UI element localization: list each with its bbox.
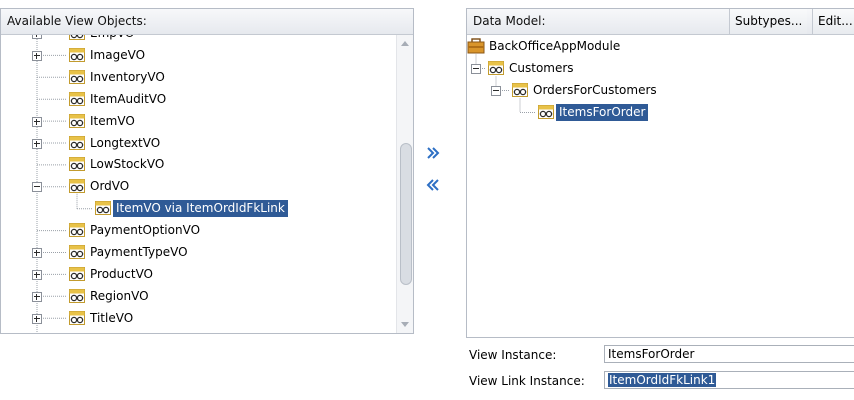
tree-row-ordvo[interactable]: OrdVO (1, 177, 396, 196)
view-object-icon (538, 105, 554, 119)
tree-item-label: ItemVO (90, 113, 135, 128)
tree-item-label: ProductVO (90, 266, 154, 281)
application-module-icon (467, 38, 485, 54)
available-view-objects-title: Available View Objects: (7, 14, 147, 28)
tree-row-itemvo[interactable]: ItemVO (1, 112, 396, 131)
tree-item-label: PaymentOptionVO (90, 223, 201, 238)
tree-item-label: ItemVO via ItemOrdIdFkLink (113, 200, 288, 218)
available-view-objects-tree[interactable]: EmpVO ImageVO InventoryVO ItemAuditVO ItemVO… (1, 35, 396, 333)
tree-row-itemauditvo[interactable]: ItemAuditVO (1, 90, 396, 109)
double-chevron-left-icon[interactable] (426, 178, 440, 192)
expand-icon[interactable] (32, 138, 42, 149)
available-view-objects-header: Available View Objects: (1, 9, 413, 35)
tree-item-label: PaymentTypeVO (90, 245, 188, 259)
expand-icon[interactable] (32, 269, 42, 280)
tree-item-label: TitleVO (90, 310, 134, 325)
expand-icon[interactable] (32, 248, 42, 258)
expand-icon[interactable] (32, 116, 42, 127)
tree-connector-lines (475, 54, 536, 113)
collapse-icon[interactable] (491, 86, 501, 96)
data-model-tree[interactable]: BackOfficeAppModule Customers OrdersForCus… (467, 35, 854, 337)
tree-row-longtextvo[interactable]: LongtextVO (1, 134, 396, 153)
tree-row-inventoryvo[interactable]: InventoryVO (1, 68, 396, 87)
view-object-icon (512, 83, 528, 97)
tree-row-productvo[interactable]: ProductVO (1, 265, 396, 284)
model-tree-item-label: BackOfficeAppModule (489, 39, 621, 53)
data-model-panel: Data Model: Subtypes... Edit... BackOffi… (466, 8, 854, 338)
subtypes-button[interactable]: Subtypes... (729, 9, 808, 34)
expand-icon[interactable] (32, 50, 42, 61)
view-object-icon (69, 245, 85, 259)
model-tree-row-itemsfororder[interactable]: ItemsForOrder (467, 103, 854, 122)
view-instance-label: View Instance: (469, 348, 557, 362)
model-tree-item-label: ItemsForOrder (556, 104, 649, 121)
collapse-icon[interactable] (471, 64, 481, 74)
data-model-title: Data Model: (473, 14, 546, 28)
model-tree-row-ordersforcustomers[interactable]: OrdersForCustomers (467, 81, 854, 100)
tree-item-label: RegionVO (90, 288, 149, 303)
tree-row-paymenttypevo[interactable]: PaymentTypeVO (1, 243, 396, 262)
tree-row-paymentoptionvo[interactable]: PaymentOptionVO (1, 221, 396, 240)
tree-row-itemvo-via-itemordidfklink[interactable]: ItemVO via ItemOrdIdFkLink (1, 199, 396, 218)
tree-item-label: LowStockVO (90, 157, 165, 172)
tree-row-imagevo[interactable]: ImageVO (1, 46, 396, 65)
scroll-up-arrow-icon[interactable] (401, 41, 409, 46)
view-object-icon (69, 135, 85, 150)
vertical-scrollbar[interactable] (396, 35, 413, 333)
view-object-icon (69, 157, 85, 172)
view-object-icon (488, 61, 504, 75)
scroll-thumb[interactable] (400, 143, 412, 285)
view-instance-field[interactable]: ItemsForOrder (604, 345, 854, 363)
model-tree-item-label: Customers (509, 61, 574, 75)
view-object-icon (69, 91, 85, 106)
model-tree-row-backofficeappmodule[interactable]: BackOfficeAppModule (467, 37, 854, 56)
model-tree-row-customers[interactable]: Customers (467, 59, 854, 78)
view-link-instance-field[interactable]: ItemOrdIdFkLink1 (604, 371, 854, 389)
available-view-objects-panel: Available View Objects: EmpVO ImageVO Inve… (0, 8, 414, 334)
data-model-header: Data Model: Subtypes... Edit... (467, 9, 854, 35)
tree-item-label: ImageVO (90, 47, 146, 62)
view-link-instance-value: ItemOrdIdFkLink1 (608, 373, 717, 387)
tree-item-label: ItemAuditVO (90, 91, 167, 106)
tree-row-titlevo[interactable]: TitleVO (1, 309, 396, 328)
double-chevron-right-icon[interactable] (426, 146, 440, 160)
view-object-icon (69, 223, 85, 238)
tree-row-regionvo[interactable]: RegionVO (1, 287, 396, 306)
model-tree-item-label: OrdersForCustomers (533, 83, 657, 97)
edit-button[interactable]: Edit... (812, 9, 854, 34)
expand-icon[interactable] (32, 35, 42, 39)
view-object-icon (69, 288, 85, 303)
view-object-icon (69, 179, 85, 194)
view-object-icon (69, 310, 85, 325)
view-object-icon (95, 201, 111, 216)
view-link-instance-label: View Link Instance: (469, 374, 585, 388)
view-object-icon (69, 35, 85, 40)
tree-item-label: InventoryVO (90, 69, 165, 84)
tree-row-lowstockvo[interactable]: LowStockVO (1, 155, 396, 174)
tree-row-empvo[interactable]: EmpVO (1, 35, 396, 43)
view-object-icon (69, 266, 85, 281)
tree-item-label: OrdVO (90, 179, 130, 194)
view-object-icon (69, 47, 85, 62)
tree-item-label: LongtextVO (90, 135, 161, 150)
view-object-icon (69, 113, 85, 128)
view-instance-value: ItemsForOrder (608, 347, 695, 361)
tree-item-label: EmpVO (87, 35, 137, 42)
scroll-down-arrow-icon[interactable] (401, 322, 409, 327)
expand-icon[interactable] (32, 291, 42, 302)
collapse-icon[interactable] (32, 182, 42, 193)
expand-icon[interactable] (32, 313, 42, 324)
view-object-icon (69, 69, 85, 84)
